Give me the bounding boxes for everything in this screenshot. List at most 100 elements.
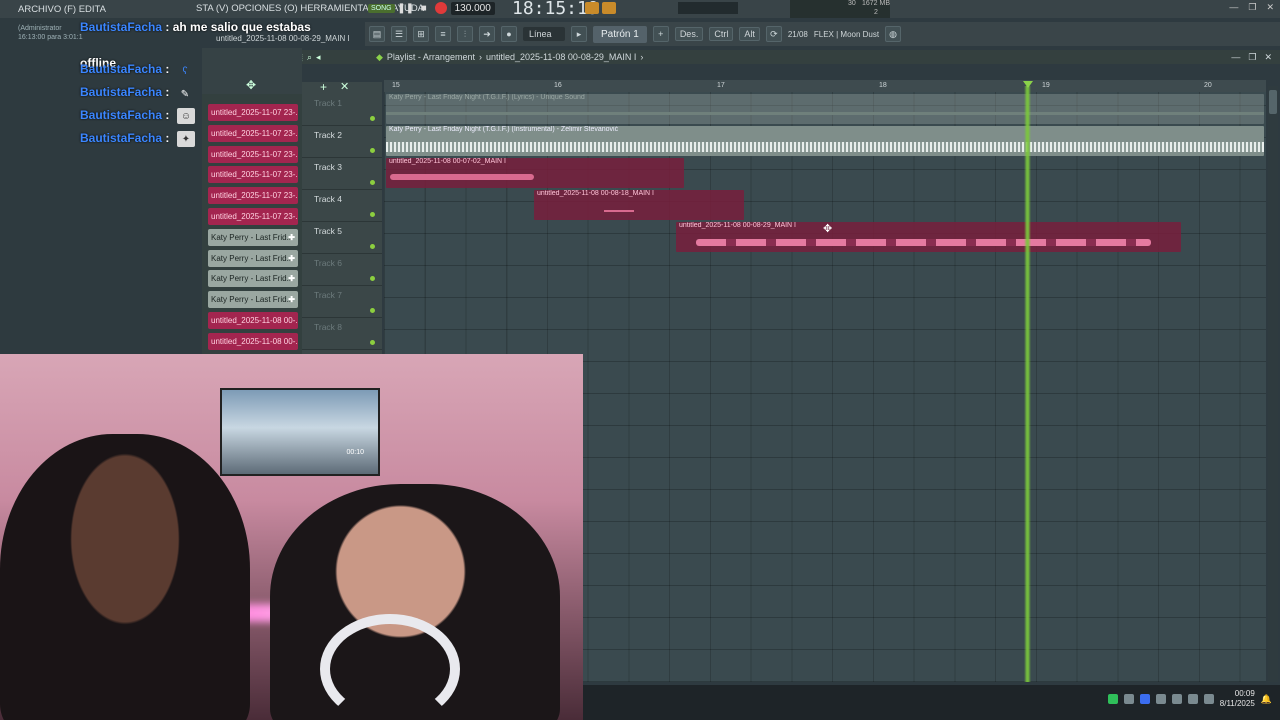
close-track-icon[interactable]: ✕ — [340, 80, 349, 93]
track-enable-led[interactable] — [370, 148, 375, 153]
track-enable-led[interactable] — [370, 340, 375, 345]
track-name: Track 4 — [314, 194, 343, 204]
track-header[interactable]: Track 5 — [302, 222, 382, 254]
mixer-icon[interactable]: ☰ — [391, 26, 407, 42]
maximize-icon[interactable]: ❐ — [1248, 52, 1256, 63]
track-header[interactable]: Track 1 — [302, 94, 382, 126]
arrow-icon[interactable]: ➜ — [479, 26, 495, 42]
add-track-icon[interactable]: + — [320, 80, 327, 94]
pattern-selector[interactable]: Patrón 1 — [593, 25, 647, 43]
track-enable-led[interactable] — [370, 244, 375, 249]
tray-clock[interactable]: 00:09 8/11/2025 — [1220, 689, 1255, 709]
maximize-icon[interactable]: ❐ — [1248, 2, 1256, 13]
close-icon[interactable]: ✕ — [1264, 52, 1272, 63]
add-clip-icon[interactable]: ✚ — [288, 291, 295, 308]
countdown-icon[interactable] — [602, 2, 616, 14]
track-enable-led[interactable] — [370, 308, 375, 313]
clip-item-label: untitled_2025-11-07 23-... — [211, 191, 298, 201]
browser-clip-item[interactable]: untitled_2025-11-07 23-... — [208, 145, 298, 163]
add-pattern-icon[interactable]: + — [652, 26, 669, 42]
track-header[interactable]: Track 4 — [302, 190, 382, 222]
alt-button[interactable]: Alt — [739, 27, 760, 41]
ctrl-button[interactable]: Ctrl — [709, 27, 734, 41]
track-enable-led[interactable] — [370, 212, 375, 217]
stop-icon[interactable]: ■ — [417, 1, 431, 15]
clip-item-label: untitled_2025-11-07 23-... — [211, 108, 298, 117]
browser-clip-item[interactable]: Katy Perry - Last Frid... ✚ — [208, 228, 298, 246]
minimize-icon[interactable]: — — [1229, 2, 1238, 13]
browser-clip-item[interactable]: Katy Perry - Last Frid... ✚ — [208, 291, 298, 309]
playhead-marker-icon[interactable] — [1023, 81, 1033, 88]
metronome-icon[interactable] — [585, 2, 599, 14]
tempo-display[interactable]: 130.000 — [450, 1, 495, 15]
browser-icon[interactable]: ≡ — [435, 26, 451, 42]
menu-text-left[interactable]: ARCHIVO (F) EDITA — [18, 4, 110, 15]
refresh-icon[interactable]: ⟳ — [765, 26, 782, 42]
pause-icon[interactable]: ❚❚ — [397, 1, 414, 15]
network-icon[interactable] — [1123, 694, 1134, 704]
mic-icon[interactable]: ● — [501, 26, 517, 42]
audio-clip[interactable]: untitled_2025-11-08 00-08-29_MAIN I — [676, 222, 1181, 252]
vertical-scrollbar[interactable] — [1268, 86, 1278, 682]
track-header[interactable]: Track 8 — [302, 318, 382, 350]
add-clip-icon[interactable]: ✚ — [288, 270, 295, 287]
plugin-icon[interactable]: ⫶ — [457, 26, 473, 42]
add-clip-icon[interactable]: ✚ — [288, 250, 295, 267]
piano-roll-icon[interactable]: ⊞ — [413, 26, 429, 42]
browser-clip-item[interactable]: untitled_2025-11-08 00-... — [208, 332, 298, 350]
add-clip-icon[interactable]: ✚ — [288, 229, 295, 246]
track-enable-led[interactable] — [370, 180, 375, 185]
timeline-ruler[interactable]: 15 16 17 18 19 20 — [384, 80, 1266, 92]
chat-username: BautistaFacha — [80, 108, 163, 122]
emote-icon: ☺ — [177, 108, 195, 124]
scrollbar-thumb[interactable] — [1269, 90, 1277, 114]
track-header[interactable]: Track 6 — [302, 254, 382, 286]
channel-rack-icon[interactable]: ▤ — [369, 26, 385, 42]
audio-clip[interactable]: Katy Perry - Last Friday Night (T.G.I.F.… — [386, 126, 1264, 156]
emote-icon: ✎ — [180, 88, 190, 100]
chat-username: BautistaFacha — [80, 62, 163, 76]
audio-clip[interactable]: untitled_2025-11-08 00-07-02_MAIN I — [386, 158, 684, 188]
flex-preset-name[interactable]: FLEX | Moon Dust — [814, 30, 879, 39]
headphones — [320, 614, 460, 720]
picker-header: ✥ — [202, 48, 302, 94]
record-icon[interactable] — [434, 2, 447, 14]
move-icon[interactable]: ✥ — [246, 78, 256, 92]
browser-clip-item[interactable]: untitled_2025-11-07 23-... — [208, 166, 298, 184]
browser-clip-item[interactable]: untitled_2025-11-07 23-... — [208, 208, 298, 225]
browser-clip-item[interactable]: untitled_2025-11-07 23-... — [208, 187, 298, 205]
track-enable-led[interactable] — [370, 276, 375, 281]
playhead[interactable] — [1024, 86, 1031, 682]
browser-clip-item[interactable]: untitled_2025-11-07 23-... — [208, 124, 298, 142]
globe-icon[interactable]: ◍ — [885, 26, 902, 42]
memory-value: 1672 MB — [862, 0, 891, 7]
audio-clip[interactable]: Katy Perry - Last Friday Night (T.G.I.F.… — [386, 94, 1264, 124]
volume-icon[interactable] — [1203, 694, 1214, 704]
app-icon[interactable] — [1139, 694, 1150, 704]
pattern-arrow-icon[interactable]: ▸ — [571, 26, 587, 42]
zoom-icon[interactable]: ⌕ — [307, 52, 312, 63]
close-icon[interactable]: ✕ — [1266, 2, 1274, 13]
track-header[interactable]: Track 3 — [302, 158, 382, 190]
notification-icon[interactable]: 🔔 — [1261, 694, 1272, 705]
tray-time: 00:09 — [1234, 689, 1255, 698]
browser-clip-item[interactable]: Katy Perry - Last Frid... ✚ — [208, 249, 298, 267]
main-menu[interactable]: ARCHIVO (F) EDITA — [0, 4, 110, 15]
snap-select[interactable]: Línea — [523, 27, 565, 41]
app-icon[interactable] — [1107, 694, 1118, 704]
discord-icon[interactable] — [1155, 694, 1166, 704]
speaker-icon[interactable]: ◂ — [316, 52, 321, 63]
song-mode-button[interactable]: SONG — [368, 3, 395, 13]
mic-icon[interactable] — [1171, 694, 1182, 704]
browser-clip-item[interactable]: Katy Perry - Last Frid... ✚ — [208, 270, 298, 288]
des-button[interactable]: Des. — [674, 27, 704, 41]
track-enable-led[interactable] — [370, 116, 375, 121]
browser-clip-item[interactable]: untitled_2025-11-08 00-... — [208, 312, 298, 329]
minimize-icon[interactable]: — — [1231, 52, 1240, 63]
track-header[interactable]: Track 7 — [302, 286, 382, 318]
playlist-play-icon[interactable]: ◆ — [376, 52, 383, 63]
audio-clip[interactable]: untitled_2025-11-08 00-08-18_MAIN I — [534, 190, 744, 220]
track-header[interactable]: Track 2 — [302, 126, 382, 158]
browser-clip-item[interactable]: untitled_2025-11-07 23-... — [208, 104, 298, 121]
steam-icon[interactable] — [1187, 694, 1198, 704]
